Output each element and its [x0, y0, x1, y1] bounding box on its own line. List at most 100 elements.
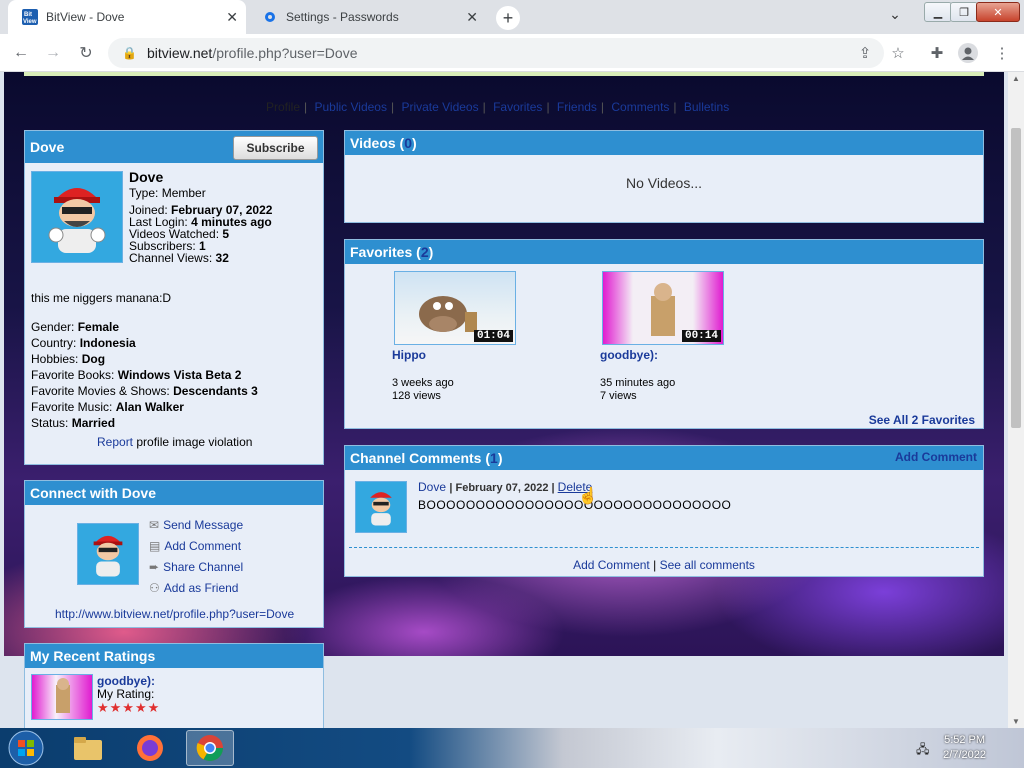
- comments-box: Channel Comments (1) Add Comment Dove | …: [344, 445, 984, 577]
- videos-header: Videos (0): [345, 131, 983, 155]
- add-friend-icon: ⚇: [149, 581, 160, 595]
- favorite-meta: 3 weeks ago 128 views: [392, 377, 454, 402]
- comment-author-link[interactable]: Dove: [418, 480, 446, 494]
- maximize-button[interactable]: ❐: [950, 2, 978, 22]
- reload-icon[interactable]: ↻: [75, 42, 97, 64]
- favorite-title[interactable]: Hippo: [392, 348, 426, 362]
- new-tab-button[interactable]: +: [496, 6, 520, 30]
- profile-details: Gender: Female Country: Indonesia Hobbie…: [31, 319, 258, 431]
- menu-kebab-icon[interactable]: ⋮: [992, 43, 1012, 63]
- forward-arrow-icon[interactable]: →: [42, 42, 64, 64]
- nav-favorites[interactable]: Favorites: [493, 100, 542, 114]
- top-strip: [24, 72, 984, 76]
- favorite-thumbnail-hippo[interactable]: 01:04: [394, 271, 516, 345]
- share-channel-action[interactable]: ➨ Share Channel: [149, 557, 243, 578]
- detail-row: Hobbies: Dog: [31, 352, 106, 366]
- chrome-icon[interactable]: [186, 730, 234, 766]
- send-message-action[interactable]: ✉ Send Message: [149, 515, 243, 536]
- profile-stats: Dove Type: Member Joined: February 07, 2…: [129, 170, 272, 265]
- browser-toolbar: ← → ↻ 🔒 bitview.net/profile.php?user=Dov…: [0, 34, 1024, 72]
- share-icon[interactable]: ⇪: [855, 43, 875, 63]
- nav-bulletins[interactable]: Bulletins: [684, 100, 729, 114]
- profile-avatar: [31, 171, 123, 263]
- firefox-icon[interactable]: [126, 730, 174, 766]
- url-path: /profile.php?user=Dove: [212, 45, 358, 61]
- hand-cursor-icon: ☝: [578, 488, 598, 505]
- svg-text:Bit: Bit: [24, 12, 32, 18]
- favorites-box: Favorites (2) 01:04 Hippo 3 weeks ago 128…: [344, 239, 984, 429]
- comment-meta: Dove | February 07, 2022 | Delete: [418, 480, 593, 494]
- scrollbar-thumb[interactable]: [1011, 128, 1021, 428]
- back-arrow-icon[interactable]: ←: [10, 42, 32, 64]
- nav-public-videos[interactable]: Public Videos: [314, 100, 387, 114]
- nav-friends[interactable]: Friends: [557, 100, 597, 114]
- subscribe-button[interactable]: Subscribe: [233, 136, 318, 160]
- comments-count: 1: [490, 450, 498, 466]
- nav-comments[interactable]: Comments: [611, 100, 669, 114]
- detail-row: Country: Indonesia: [31, 336, 136, 350]
- tab-search-icon[interactable]: ⌄: [884, 4, 906, 24]
- bitview-favicon-icon: Bit View: [22, 9, 38, 25]
- address-bar[interactable]: 🔒 bitview.net/profile.php?user=Dove: [108, 38, 884, 68]
- favorite-title[interactable]: goodbye):: [600, 348, 658, 362]
- ratings-box: My Recent Ratings goodbye): My Rating: ★…: [24, 643, 324, 728]
- start-button[interactable]: [2, 730, 50, 766]
- tab-title: BitView - Dove: [46, 10, 125, 24]
- settings-gear-icon: [262, 9, 278, 25]
- url-host: bitview.net: [146, 45, 213, 61]
- see-all-favorites-link[interactable]: See All 2 Favorites: [869, 413, 975, 427]
- favorites-header: Favorites (2): [345, 240, 983, 264]
- extensions-puzzle-icon[interactable]: ✚: [927, 43, 947, 63]
- minimize-button[interactable]: ▁: [924, 2, 952, 22]
- close-window-button[interactable]: ✕: [976, 2, 1020, 22]
- add-friend-action[interactable]: ⚇ Add as Friend: [149, 578, 243, 599]
- explorer-folder-icon[interactable]: [64, 730, 112, 766]
- channel-views-value: 32: [215, 251, 229, 265]
- profile-box: Dove Subscribe Dove Type: Member Joined:…: [24, 130, 324, 465]
- profile-header-name: Dove: [30, 139, 65, 155]
- add-comment-action[interactable]: ▤ Add Comment: [149, 536, 243, 557]
- type-label: Type:: [129, 186, 159, 200]
- no-videos-text: No Videos...: [625, 175, 702, 191]
- close-tab-icon[interactable]: ✕: [226, 9, 238, 26]
- system-clock[interactable]: 5:52 PM 2/7/2022: [943, 733, 986, 763]
- detail-row: Status: Married: [31, 416, 116, 430]
- rating-info: goodbye): My Rating: ★★★★★: [97, 674, 160, 715]
- svg-text:View: View: [23, 19, 37, 25]
- nav-private-videos[interactable]: Private Videos: [401, 100, 478, 114]
- favorite-duration: 00:14: [681, 330, 721, 342]
- favorite-duration: 01:04: [473, 330, 513, 342]
- clock-date: 2/7/2022: [943, 749, 986, 761]
- avatar-character-icon: [48, 188, 106, 253]
- add-comment-footer-link[interactable]: Add Comment: [573, 558, 650, 572]
- detail-row: Gender: Female: [31, 320, 120, 334]
- profile-url-link[interactable]: http://www.bitview.net/profile.php?user=…: [55, 607, 294, 621]
- rating-video-title[interactable]: goodbye):: [97, 674, 155, 688]
- favorites-count: 2: [420, 244, 429, 260]
- profile-bio: this me niggers manana:D: [31, 291, 172, 305]
- nav-profile[interactable]: Profile: [266, 100, 300, 114]
- type-value: Member: [161, 186, 206, 200]
- report-link[interactable]: Report: [97, 435, 133, 449]
- windows-logo-icon: [8, 730, 44, 766]
- tab-title: Settings - Passwords: [286, 10, 399, 24]
- connect-box: Connect with Dove ✉ Send Message ▤ Add Com…: [24, 480, 324, 628]
- avatar-character-icon: [370, 492, 392, 526]
- profile-avatar-icon[interactable]: [958, 43, 978, 63]
- avatar-character-icon: [93, 535, 123, 577]
- comment-author-avatar[interactable]: [355, 481, 407, 533]
- share-arrow-icon: ➨: [149, 560, 160, 574]
- tab-settings[interactable]: Settings - Passwords ✕: [248, 0, 486, 34]
- see-all-comments-link[interactable]: See all comments: [660, 558, 755, 572]
- add-comment-header-link[interactable]: Add Comment: [895, 450, 977, 464]
- scroll-up-icon: ▲: [1012, 74, 1020, 83]
- favorite-thumbnail-goodbye[interactable]: 00:14: [602, 271, 724, 345]
- ratings-header: My Recent Ratings: [25, 644, 323, 668]
- bookmark-star-icon[interactable]: ☆: [888, 43, 908, 63]
- network-icon[interactable]: 🖧: [916, 740, 929, 761]
- tab-bitview[interactable]: Bit View BitView - Dove ✕: [8, 0, 246, 34]
- rating-thumbnail[interactable]: [31, 674, 93, 720]
- page-scrollbar[interactable]: ▲ ▼: [1008, 72, 1024, 728]
- comment-icon: ▤: [149, 539, 161, 553]
- close-tab-icon[interactable]: ✕: [466, 9, 478, 26]
